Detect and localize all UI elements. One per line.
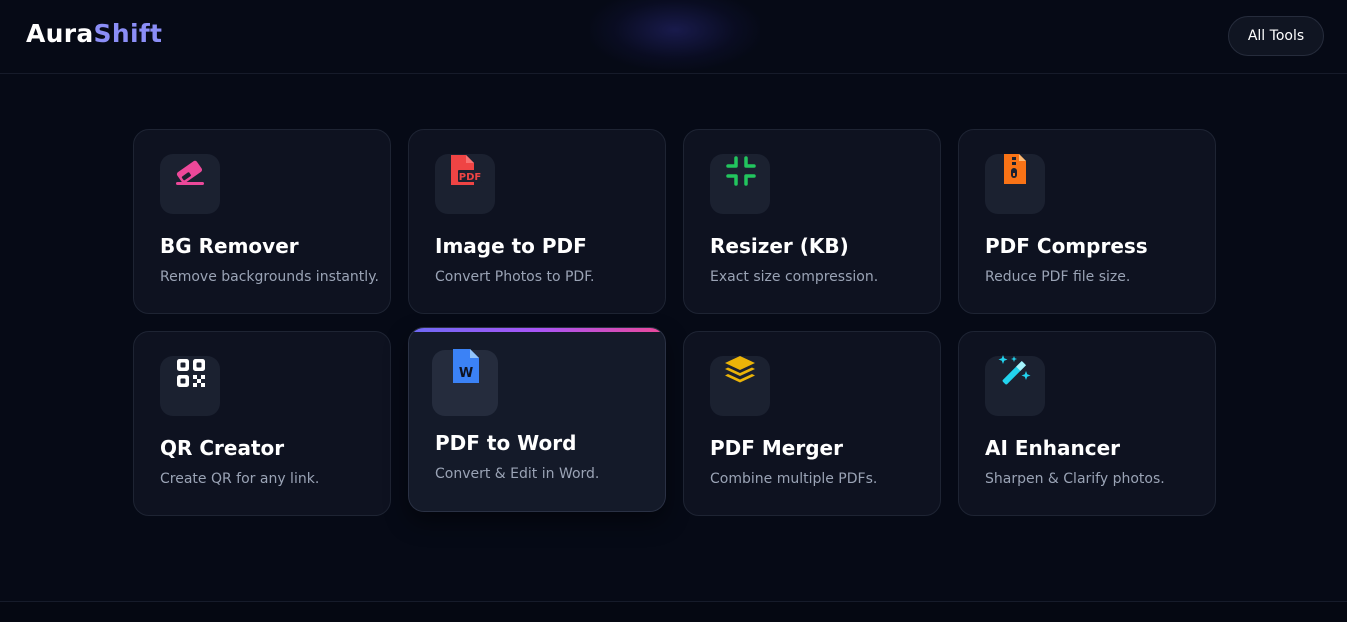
tool-card-resizer[interactable]: Resizer (KB) Exact size compression. <box>683 129 941 314</box>
tool-description: Reduce PDF file size. <box>985 269 1131 285</box>
tool-icon-box <box>160 356 220 416</box>
tool-title: AI Enhancer <box>985 436 1121 460</box>
brand-logo[interactable]: AuraShift <box>26 19 162 48</box>
tool-icon-box <box>985 154 1045 214</box>
footer-divider <box>0 601 1347 622</box>
all-tools-button[interactable]: All Tools <box>1228 16 1324 56</box>
tool-title: PDF Merger <box>710 436 843 460</box>
tool-icon-box: PDF <box>435 154 495 214</box>
tool-description: Remove backgrounds instantly. <box>160 269 379 285</box>
tool-title: BG Remover <box>160 234 299 258</box>
tool-description: Create QR for any link. <box>160 471 320 487</box>
qrcode-icon <box>177 359 205 387</box>
tool-card-image-to-pdf[interactable]: PDF Image to PDF Convert Photos to PDF. <box>408 129 666 314</box>
tool-description: Sharpen & Clarify photos. <box>985 471 1165 487</box>
file-pdf-icon: PDF <box>451 155 482 185</box>
brand-name-part2: Shift <box>93 19 163 48</box>
tool-icon-box <box>985 355 1045 416</box>
tool-title: QR Creator <box>160 436 285 460</box>
tool-card-bg-remover[interactable]: BG Remover Remove backgrounds instantly. <box>133 129 391 314</box>
tool-title: Resizer (KB) <box>710 234 849 258</box>
tool-description: Exact size compression. <box>710 269 879 285</box>
tool-title: PDF to Word <box>435 431 577 455</box>
tool-card-pdf-merger[interactable]: PDF Merger Combine multiple PDFs. <box>683 331 941 516</box>
compress-icon <box>726 156 756 186</box>
magic-wand-icon <box>998 355 1031 385</box>
file-word-icon: W <box>453 349 479 383</box>
tool-icon-box <box>160 154 220 214</box>
layer-group-icon <box>725 356 755 383</box>
tool-title: PDF Compress <box>985 234 1148 258</box>
tool-card-qr-creator[interactable]: QR Creator Create QR for any link. <box>133 331 391 516</box>
tool-card-ai-enhancer[interactable]: AI Enhancer Sharpen & Clarify photos. <box>958 331 1216 516</box>
tool-description: Combine multiple PDFs. <box>710 471 878 487</box>
tool-description: Convert & Edit in Word. <box>435 466 600 482</box>
brand-name-part1: Aura <box>26 19 94 48</box>
tool-card-pdf-to-word[interactable]: W PDF to Word Convert & Edit in Word. <box>408 327 666 512</box>
tool-description: Convert Photos to PDF. <box>435 269 595 285</box>
tool-card-pdf-compress[interactable]: PDF Compress Reduce PDF file size. <box>958 129 1216 314</box>
tool-icon-box <box>710 154 770 214</box>
eraser-icon <box>176 160 204 185</box>
svg-text:W: W <box>459 366 473 381</box>
tool-title: Image to PDF <box>435 234 587 258</box>
file-zipper-icon <box>1004 154 1026 184</box>
tool-icon-box <box>710 356 770 416</box>
svg-text:PDF: PDF <box>459 172 481 183</box>
tool-icon-box: W <box>432 349 498 416</box>
top-header: AuraShift All Tools <box>0 0 1347 74</box>
